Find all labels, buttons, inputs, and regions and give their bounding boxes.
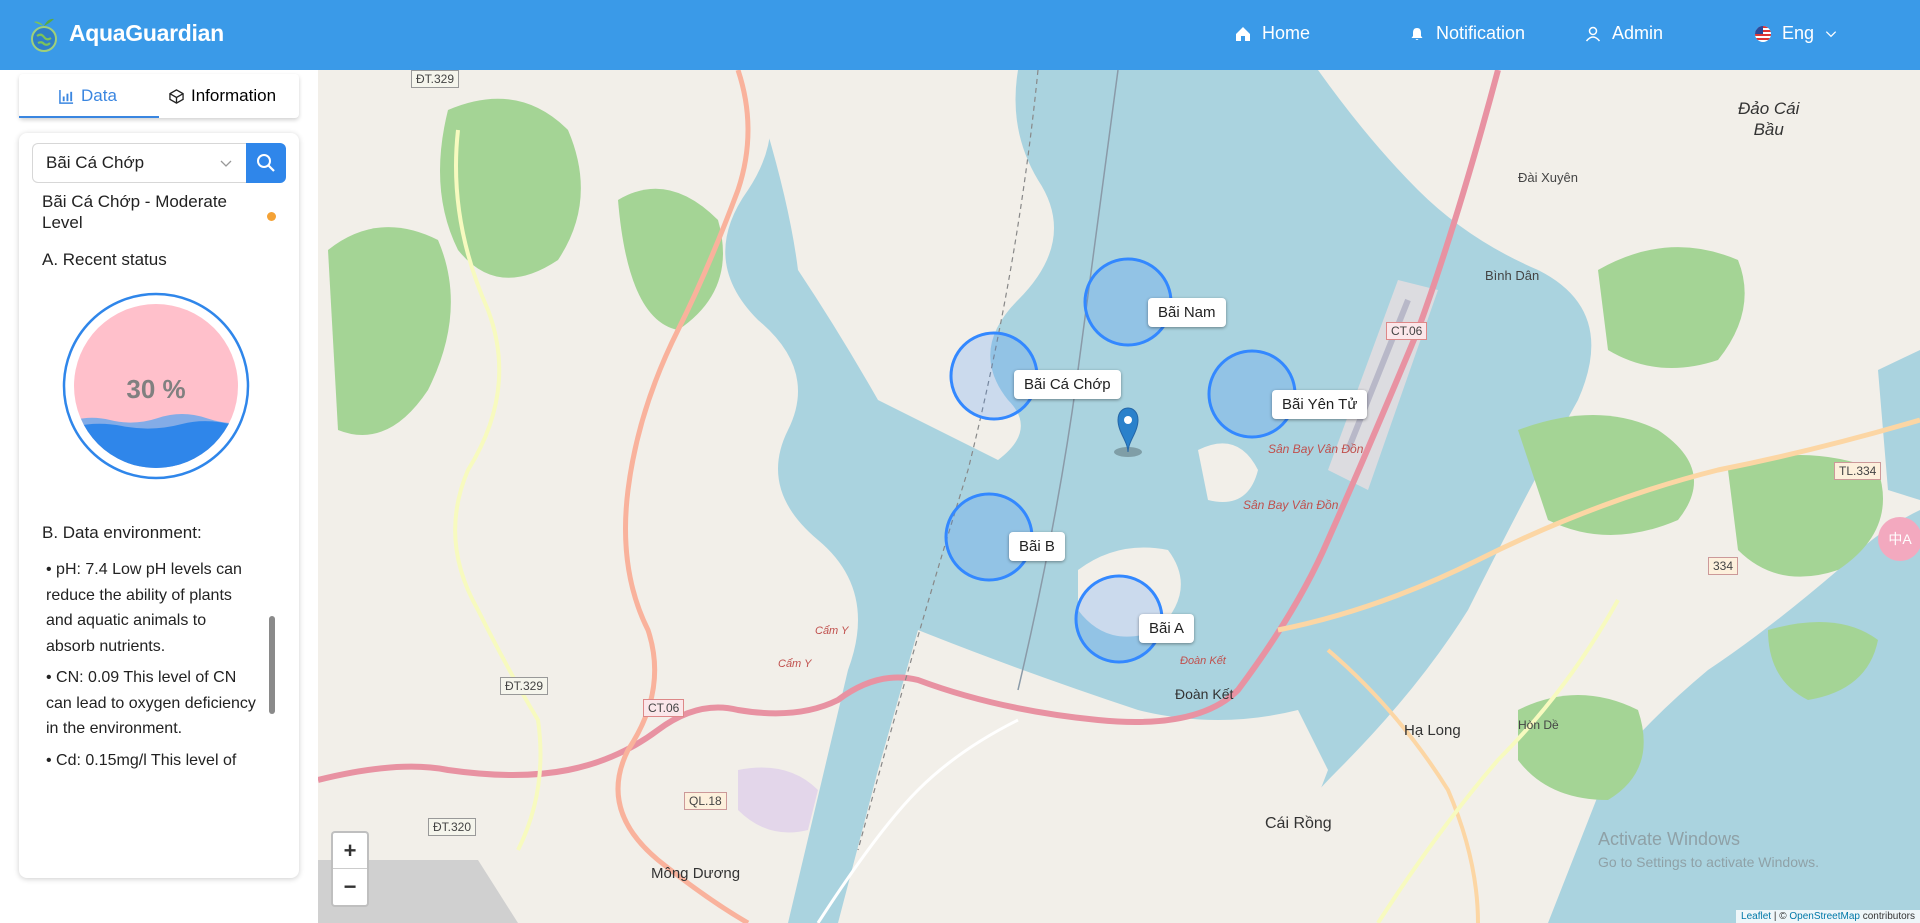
nav-notification-label: Notification	[1436, 23, 1526, 43]
list-item: • pH: 7.4 Low pH levels can reduce the a…	[46, 561, 242, 655]
chevron-down-icon	[220, 160, 232, 167]
status-gauge: 30 %	[62, 292, 250, 480]
site-label-bai-b[interactable]: Bãi B	[1009, 532, 1065, 561]
road-shield: 334	[1708, 557, 1739, 575]
road-shield: ĐT.329	[411, 70, 460, 88]
site-label-bai-nam[interactable]: Bãi Nam	[1148, 298, 1226, 327]
site-title: Bãi Cá Chớp - Moderate Level	[42, 192, 228, 232]
aquaguardian-logo-icon[interactable]	[28, 16, 60, 54]
airport-label: Sân Bay Vân Đồn	[1243, 498, 1339, 512]
road-shield: QL.18	[684, 792, 727, 810]
nav-notification[interactable]: Notification	[1408, 23, 1525, 44]
road-shield: CT.06	[643, 699, 685, 717]
place-label: Đoàn Kết	[1175, 686, 1234, 702]
chart-icon	[59, 89, 74, 104]
tab-data-label: Data	[81, 86, 117, 105]
zoom-out-button[interactable]: −	[333, 869, 367, 905]
leaflet-link[interactable]: Leaflet	[1741, 911, 1771, 922]
road-shield: CT.06	[1386, 322, 1428, 340]
scrollbar-thumb[interactable]	[269, 616, 275, 714]
place-label: Đài Xuyên	[1518, 170, 1578, 185]
list-item: • CN: 0.09 This level of CN can lead to …	[46, 669, 256, 737]
airport-label: Sân Bay Vân Đồn	[1268, 442, 1364, 456]
home-icon	[1236, 26, 1250, 41]
active-tab-indicator	[19, 116, 159, 118]
recent-status-heading: A. Recent status	[42, 250, 167, 269]
place-label: Hòn Dề	[1518, 718, 1559, 732]
zoom-in-button[interactable]: +	[333, 833, 367, 869]
sidebar-tabs: Data Information	[19, 74, 299, 118]
data-environment-heading: B. Data environment:	[42, 523, 202, 542]
place-label: Bình Dân	[1485, 268, 1540, 283]
windows-activation-watermark: Activate Windows Go to Settings to activ…	[1598, 829, 1819, 870]
island-label: Đảo Cái Bầu	[1738, 99, 1800, 139]
us-flag-icon	[1755, 25, 1771, 42]
osm-link[interactable]: OpenStreetMap	[1789, 911, 1860, 922]
road-shield: ĐT.329	[500, 677, 549, 695]
site-label-bai-a[interactable]: Bãi A	[1139, 614, 1195, 643]
tab-information-label: Information	[191, 86, 277, 105]
tab-data[interactable]: Data	[59, 74, 117, 118]
tab-information[interactable]: Information	[169, 74, 276, 118]
site-select-value: Bãi Cá Chớp	[46, 153, 145, 172]
nav-admin-label: Admin	[1612, 23, 1664, 43]
brand-name[interactable]: AquaGuardian	[69, 20, 224, 47]
map-view[interactable]: Đảo Cái Bầu Đài Xuyên Bình Dân Sân Bay Vâ…	[318, 70, 1920, 923]
road-shield: ĐT.320	[428, 818, 477, 836]
site-detail-card: Bãi Cá Chớp Bãi Cá Chớp - Moderate Level…	[19, 133, 299, 878]
road-shield: TL.334	[1834, 462, 1882, 480]
search-icon	[257, 154, 275, 172]
site-label-bai-yen-tu[interactable]: Bãi Yên Tử	[1272, 390, 1368, 419]
place-label: Mông Dương	[651, 865, 741, 882]
nav-home[interactable]: Home	[1234, 23, 1310, 44]
place-label: Cái Rồng	[1265, 815, 1332, 832]
environment-data-list: • pH: 7.4 Low pH levels can reduce the a…	[46, 557, 256, 817]
language-selector[interactable]: Eng	[1754, 23, 1838, 44]
map-base-layer	[318, 70, 1920, 923]
sidebar: Data Information Bãi Cá Chớp Bãi Cá Chớp…	[0, 70, 318, 923]
language-label: Eng	[1782, 23, 1815, 43]
place-label: Đoàn Kết	[1180, 655, 1226, 667]
nav-admin[interactable]: Admin	[1584, 23, 1663, 44]
site-label-bai-ca-chop[interactable]: Bãi Cá Chớp	[1014, 370, 1121, 399]
level-indicator-dot	[267, 212, 276, 221]
search-button[interactable]	[246, 143, 286, 183]
list-item: • Cd: 0.15mg/l This level of	[46, 751, 237, 769]
site-select[interactable]: Bãi Cá Chớp	[32, 143, 246, 183]
cube-icon	[169, 88, 184, 104]
gauge-value-text: 30 %	[126, 374, 185, 404]
place-label: Cẩm Y	[815, 625, 849, 637]
place-label: Cẩm Y	[778, 658, 812, 670]
translate-float-button[interactable]: 中A	[1878, 517, 1920, 561]
zoom-control: + −	[331, 831, 369, 907]
nav-home-label: Home	[1262, 23, 1311, 43]
place-label: Hạ Long	[1404, 722, 1461, 739]
bell-icon	[1411, 27, 1423, 40]
map-attribution: Leaflet | © OpenStreetMap contributors	[1736, 910, 1920, 923]
top-navbar: AquaGuardian Home Notification Admin Eng	[0, 0, 1920, 70]
chevron-down-icon	[1825, 30, 1837, 37]
user-icon	[1585, 26, 1601, 41]
